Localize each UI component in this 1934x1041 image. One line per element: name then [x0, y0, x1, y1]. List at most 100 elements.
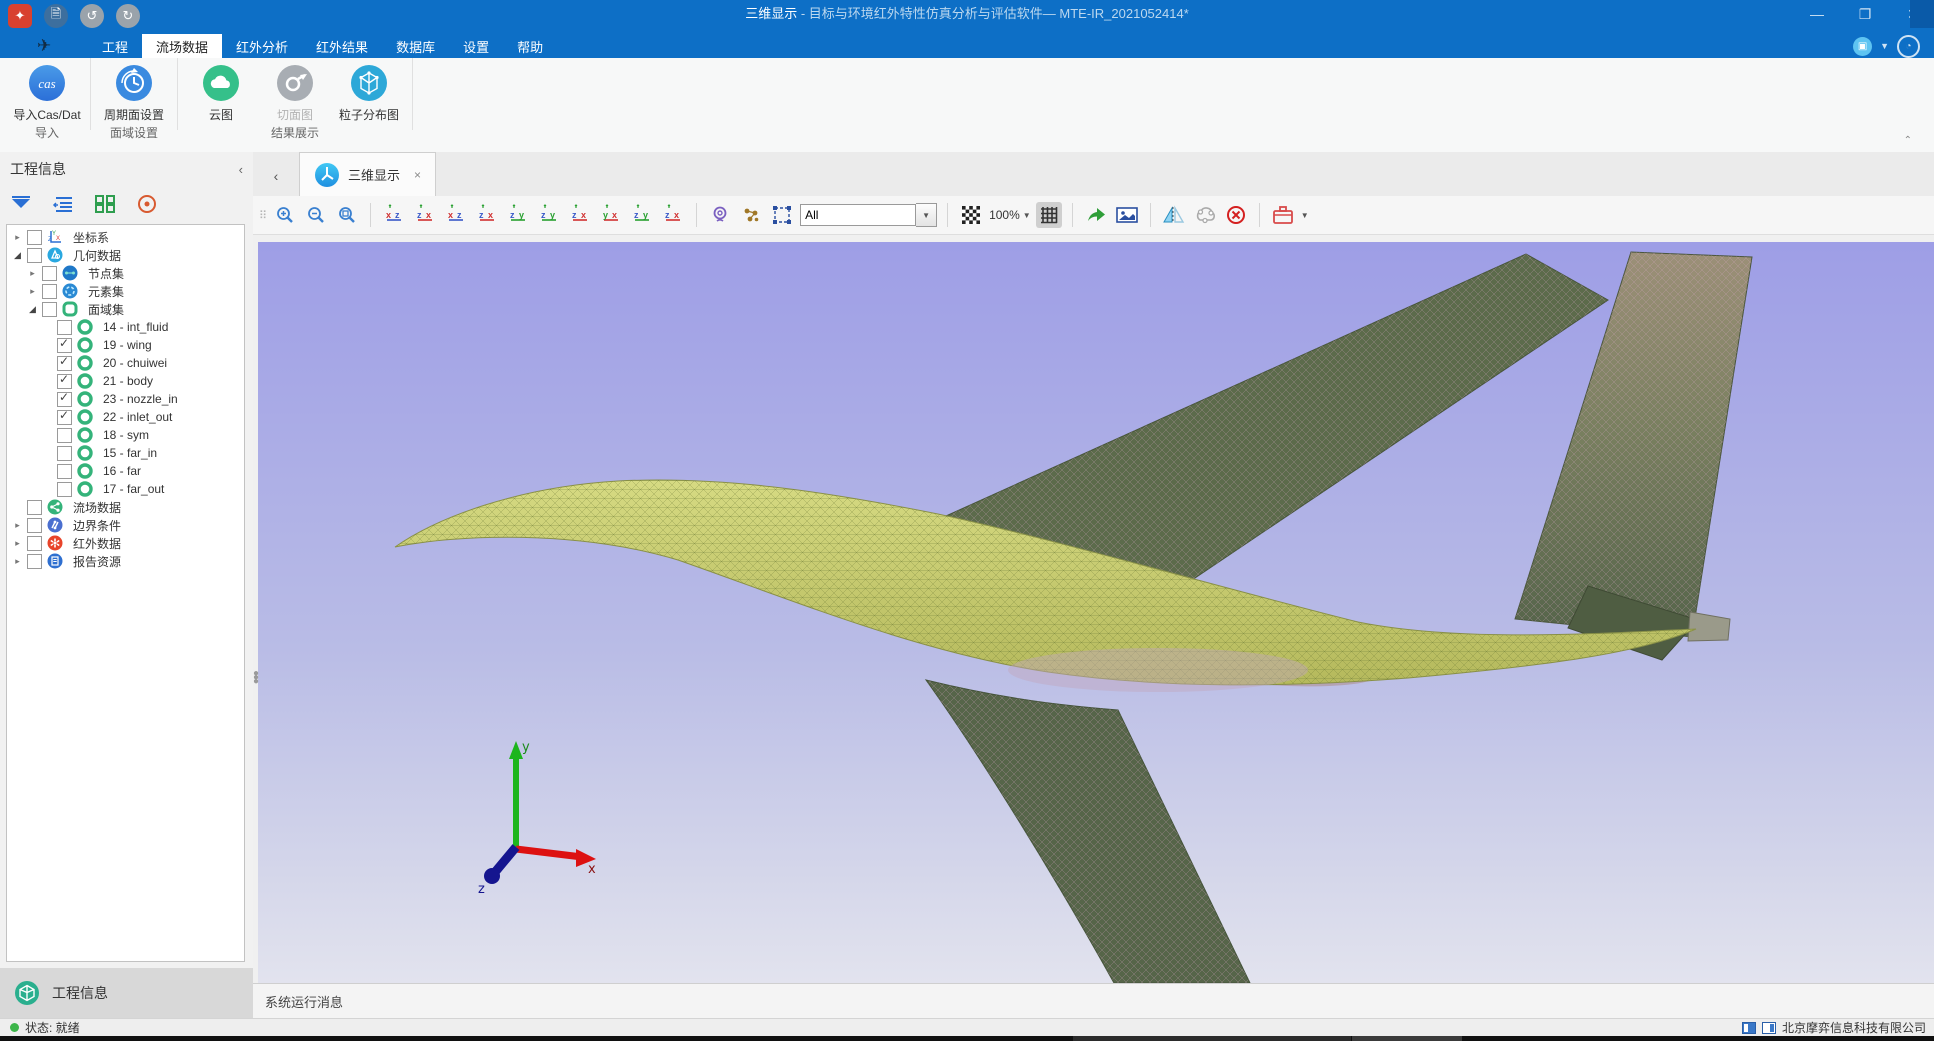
tree-row[interactable]: 14 - int_fluid [7, 318, 244, 336]
select-box-icon[interactable] [769, 202, 795, 228]
tree-checkbox[interactable] [57, 410, 72, 425]
tree-checkbox[interactable] [27, 518, 42, 533]
view-5-icon[interactable]: zy [505, 202, 531, 228]
tree-row[interactable]: ▸YZX坐标系 [7, 228, 244, 246]
tree-row[interactable]: 流场数据 [7, 498, 244, 516]
share-arrow-icon[interactable] [1083, 202, 1109, 228]
tree-checkbox[interactable] [57, 338, 72, 353]
ribbon-collapse-icon[interactable]: ⌃ [1904, 135, 1912, 146]
grid-icon[interactable] [94, 193, 116, 215]
display-filter-dropdown-icon[interactable]: ▼ [916, 203, 937, 227]
target-icon[interactable] [136, 193, 158, 215]
export-caret-icon[interactable]: ▼ [1301, 211, 1309, 220]
view-9-icon[interactable]: zy [629, 202, 655, 228]
panel-layout-icon-1[interactable] [1742, 1022, 1756, 1034]
splitter-grip[interactable]: ●●● [253, 672, 259, 684]
tree-checkbox[interactable] [57, 446, 72, 461]
view-8-icon[interactable]: yx [598, 202, 624, 228]
display-filter-input[interactable] [800, 204, 916, 226]
project-info-button[interactable]: 工程信息 [0, 968, 253, 1018]
ribbon-button-粒子分布图[interactable]: 粒子分布图 [332, 58, 406, 123]
panel-collapse-icon[interactable]: ‹ [239, 162, 243, 177]
mirror-icon[interactable] [1161, 202, 1187, 228]
list-icon[interactable] [52, 193, 74, 215]
tree-checkbox[interactable] [42, 266, 57, 281]
viewport-3d[interactable]: ●●● [258, 242, 1934, 983]
tree-checkbox[interactable] [57, 392, 72, 407]
maximize-button[interactable]: ❐ [1854, 6, 1876, 23]
tree-checkbox[interactable] [42, 302, 57, 317]
tree-checkbox[interactable] [27, 536, 42, 551]
tree-checkbox[interactable] [57, 482, 72, 497]
view-10-icon[interactable]: zx [660, 202, 686, 228]
tree-checkbox[interactable] [27, 248, 42, 263]
ribbon-button-云图[interactable]: 云图 [184, 58, 258, 123]
taskbar[interactable] [0, 1036, 1934, 1041]
filter-icon[interactable] [10, 193, 32, 215]
tree-expand-icon[interactable]: ▸ [26, 286, 39, 297]
tree-row[interactable]: ▸元素集 [7, 282, 244, 300]
view-3-icon[interactable]: xz [443, 202, 469, 228]
tab-scroll-left-icon[interactable]: ‹ [253, 168, 299, 196]
menu-item-6[interactable]: 设置 [449, 34, 503, 58]
camera-icon[interactable] [707, 202, 733, 228]
tree-expand-icon[interactable]: ▸ [11, 520, 24, 531]
tree-expand-icon[interactable]: ◢ [11, 250, 24, 261]
tree-expand-icon[interactable]: ▸ [26, 268, 39, 279]
view-2-icon[interactable]: zx [412, 202, 438, 228]
smooth-icon[interactable] [1192, 202, 1218, 228]
menu-item-4[interactable]: 红外结果 [302, 34, 382, 58]
tree-expand-icon[interactable]: ▸ [11, 232, 24, 243]
tree-row[interactable]: ▸红外数据 [7, 534, 244, 552]
zoom-in-icon[interactable] [272, 202, 298, 228]
view-7-icon[interactable]: zx [567, 202, 593, 228]
tree-row[interactable]: 20 - chuiwei [7, 354, 244, 372]
zoom-out-icon[interactable] [303, 202, 329, 228]
tree-checkbox[interactable] [57, 428, 72, 443]
tree-row[interactable]: 23 - nozzle_in [7, 390, 244, 408]
tree-row[interactable]: ▸报告资源 [7, 552, 244, 570]
style-toggle-icon[interactable]: ▣ [1853, 37, 1872, 56]
tree-row[interactable]: 15 - far_in [7, 444, 244, 462]
dither-icon[interactable] [958, 202, 984, 228]
export-icon[interactable] [1270, 202, 1296, 228]
tree-checkbox[interactable] [57, 320, 72, 335]
view-6-icon[interactable]: zy [536, 202, 562, 228]
view-1-icon[interactable]: xz [381, 202, 407, 228]
menu-item-1[interactable]: 工程 [88, 34, 142, 58]
tree-row[interactable]: ▸边界条件 [7, 516, 244, 534]
tree-checkbox[interactable] [57, 356, 72, 371]
tab-close-icon[interactable]: × [414, 168, 421, 182]
panel-layout-icon-2[interactable] [1762, 1022, 1776, 1034]
minimize-button[interactable]: — [1806, 6, 1828, 22]
ribbon-button-导入Cas/Dat[interactable]: cas导入Cas/Dat [10, 58, 84, 123]
snapshot-icon[interactable] [1114, 202, 1140, 228]
tree-row[interactable]: 17 - far_out [7, 480, 244, 498]
tree-checkbox[interactable] [57, 374, 72, 389]
theme-icon[interactable]: ◔ [1897, 35, 1920, 58]
tree-checkbox[interactable] [27, 554, 42, 569]
tree-row[interactable]: ◢几何数据 [7, 246, 244, 264]
zoom-fit-icon[interactable] [334, 202, 360, 228]
zoom-level[interactable]: 100%▼ [989, 208, 1031, 222]
tree-row[interactable]: 18 - sym [7, 426, 244, 444]
tree-expand-icon[interactable]: ◢ [26, 304, 39, 315]
tree-row[interactable]: ▸节点集 [7, 264, 244, 282]
tree-row[interactable]: 16 - far [7, 462, 244, 480]
tree-expand-icon[interactable]: ▸ [11, 538, 24, 549]
menu-item-7[interactable]: 帮助 [503, 34, 557, 58]
molecule-icon[interactable] [738, 202, 764, 228]
tab-3d-display[interactable]: 三维显示 × [299, 152, 436, 196]
tree-checkbox[interactable] [27, 230, 42, 245]
tree-row[interactable]: 19 - wing [7, 336, 244, 354]
menu-item-2[interactable]: 流场数据 [142, 34, 222, 58]
tree-row[interactable]: ◢面域集 [7, 300, 244, 318]
tree-checkbox[interactable] [57, 464, 72, 479]
tree-row[interactable]: 22 - inlet_out [7, 408, 244, 426]
grid-toggle-icon[interactable] [1036, 202, 1062, 228]
ribbon-button-周期面设置[interactable]: 周期面设置 [97, 58, 171, 123]
display-filter-select[interactable]: ▼ [800, 203, 937, 227]
dropdown-caret-icon[interactable]: ▼ [1880, 41, 1889, 51]
tree-checkbox[interactable] [27, 500, 42, 515]
tree-row[interactable]: 21 - body [7, 372, 244, 390]
